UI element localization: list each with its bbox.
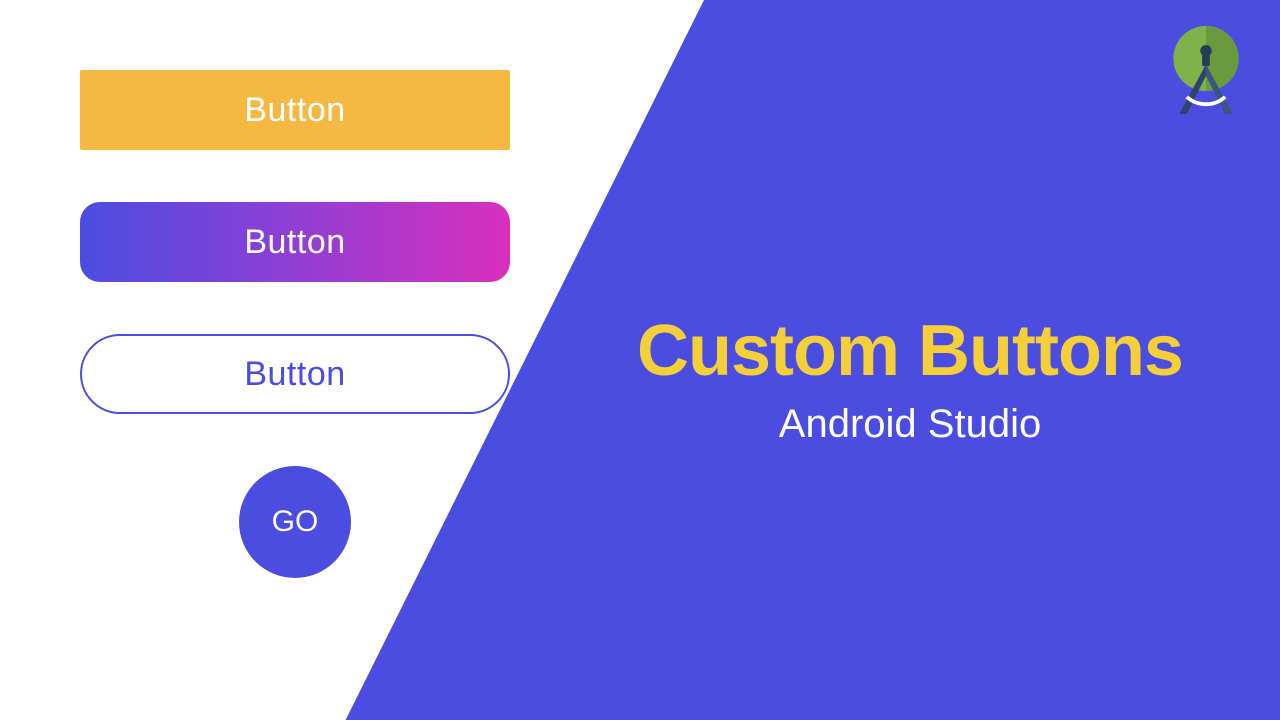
button-showcase-column: Button Button Button GO: [80, 70, 510, 578]
circle-button-label: GO: [272, 505, 319, 539]
gradient-button[interactable]: Button: [80, 202, 510, 282]
circle-go-button[interactable]: GO: [239, 466, 351, 578]
hero-subtitle: Android Studio: [580, 402, 1240, 447]
gradient-button-label: Button: [244, 223, 345, 262]
flat-button[interactable]: Button: [80, 70, 510, 150]
hero-title-block: Custom Buttons Android Studio: [580, 310, 1240, 447]
outline-button[interactable]: Button: [80, 334, 510, 414]
android-studio-logo-icon: [1158, 22, 1254, 118]
flat-button-label: Button: [244, 91, 345, 130]
outline-button-label: Button: [244, 355, 345, 394]
hero-title: Custom Buttons: [580, 310, 1240, 392]
